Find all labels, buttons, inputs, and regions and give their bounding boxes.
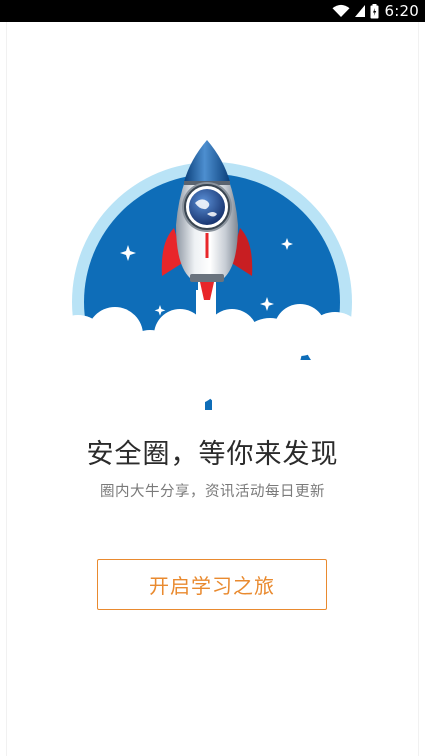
cloud-right [202, 304, 377, 410]
page-subtitle: 圈内大牛分享，资讯活动每日更新 [100, 484, 325, 500]
cloud-left [48, 307, 222, 410]
battery-icon [370, 3, 379, 18]
wifi-icon [332, 4, 350, 17]
status-bar: 6:20 [0, 0, 425, 22]
signal-icon [354, 5, 365, 17]
rocket-launch-illustration [48, 140, 377, 410]
status-time: 6:20 [384, 2, 419, 20]
page-title: 安全圈，等你来发现 [86, 439, 339, 470]
start-learning-button[interactable]: 开启学习之旅 [97, 559, 327, 610]
